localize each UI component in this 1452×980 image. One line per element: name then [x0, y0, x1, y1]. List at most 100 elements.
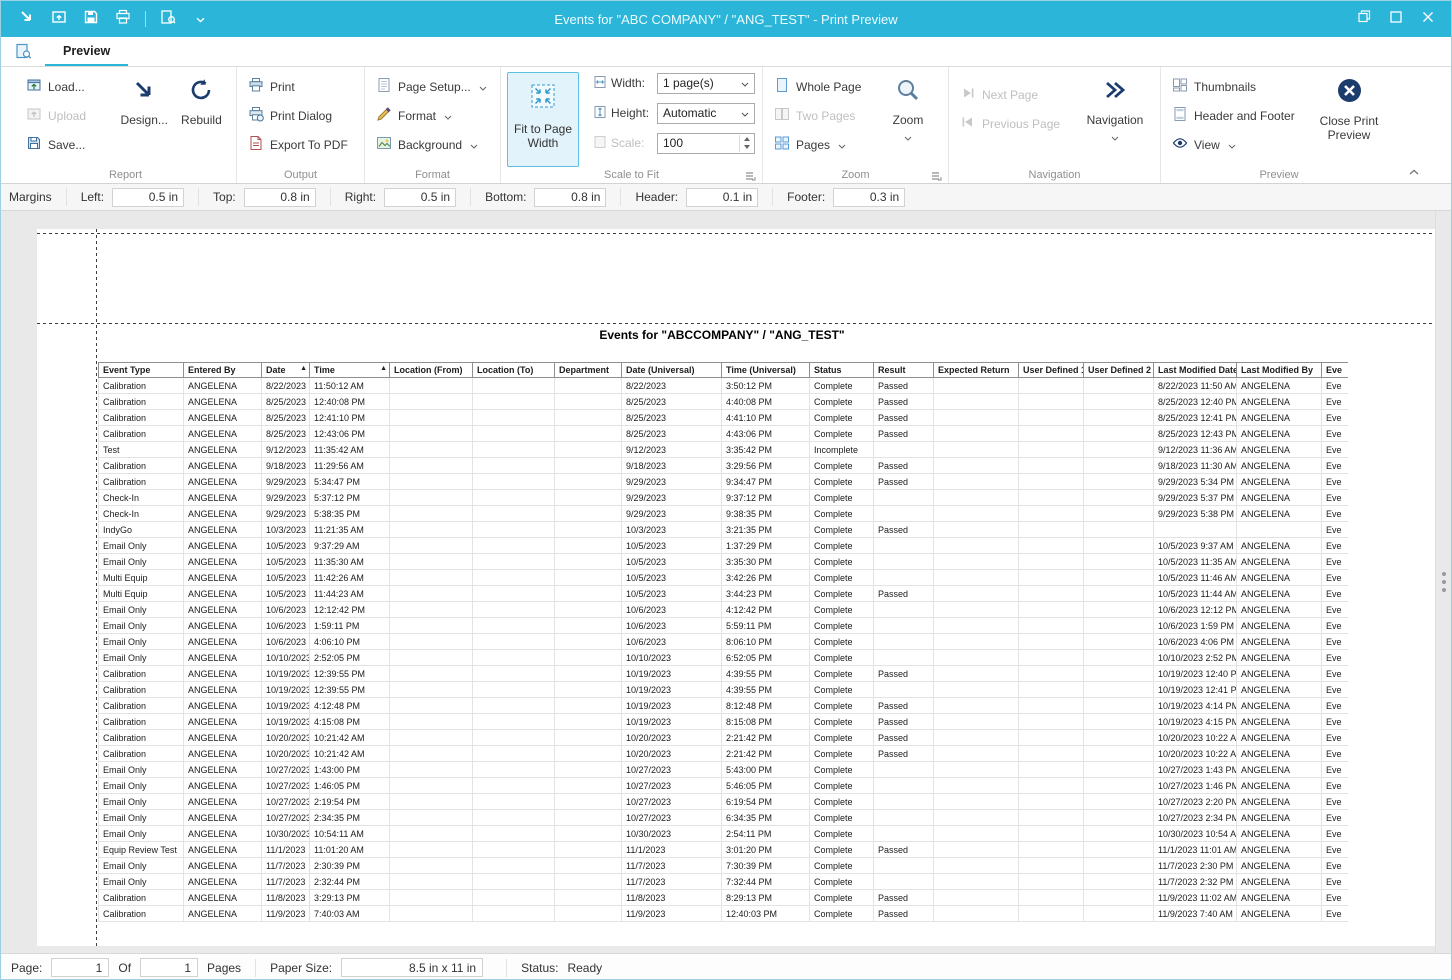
document-preview-area[interactable]: Events for "ABCCOMPANY" / "ANG_TEST" Eve…	[1, 211, 1451, 953]
spin-arrows[interactable]	[739, 135, 753, 152]
scale-spin-edit[interactable]: 100	[657, 133, 755, 154]
format-button[interactable]: Format	[371, 101, 492, 130]
column-header[interactable]: Last Modified By	[1237, 363, 1322, 378]
column-header[interactable]: Time (Universal)	[722, 363, 810, 378]
column-header[interactable]: Department	[555, 363, 622, 378]
sort-ascending-icon: ▲	[300, 365, 307, 372]
next-page-button[interactable]: Next Page	[955, 80, 1077, 109]
previous-page-button[interactable]: Previous Page	[955, 109, 1077, 138]
close-button[interactable]	[1415, 7, 1441, 31]
pages-button[interactable]: Pages	[769, 130, 879, 159]
navigation-button[interactable]: Navigation	[1077, 72, 1153, 144]
chevron-down-icon	[444, 109, 452, 123]
restore-button[interactable]	[1351, 7, 1377, 31]
table-cell	[934, 842, 1019, 858]
table-cell	[1019, 410, 1084, 426]
table-cell: 10/30/2023 10:54 AM	[1154, 826, 1237, 842]
column-header[interactable]: Status	[810, 363, 874, 378]
ribbon-group-zoom: Whole Page Two Pages Pages Zoom	[763, 67, 949, 183]
width-combobox[interactable]: 1 page(s)	[657, 73, 755, 94]
qat-save-button[interactable]	[81, 9, 101, 29]
table-cell: 9:34:47 PM	[722, 474, 810, 490]
qat-design-button[interactable]	[17, 9, 37, 29]
column-header[interactable]: Entered By	[184, 363, 262, 378]
column-header[interactable]: User Defined 1	[1019, 363, 1084, 378]
column-header[interactable]: Result	[874, 363, 934, 378]
column-header[interactable]: Date▲	[262, 363, 310, 378]
column-header[interactable]: User Defined 2	[1084, 363, 1154, 378]
view-button[interactable]: View	[1167, 130, 1307, 159]
tab-preview[interactable]: Preview	[45, 37, 128, 66]
table-cell: Calibration	[99, 906, 184, 922]
margin-bottom-label: Bottom:	[485, 190, 526, 204]
table-cell: ANGELENA	[1237, 650, 1322, 666]
zoom-dialog-launcher-icon[interactable]	[931, 169, 943, 180]
table-cell: 10/5/2023	[262, 538, 310, 554]
qat-print-preview-button[interactable]	[158, 9, 178, 29]
table-cell: Passed	[874, 698, 934, 714]
table-cell: 10/27/2023	[622, 778, 722, 794]
design-button[interactable]: Design...	[116, 72, 173, 127]
two-pages-button[interactable]: Two Pages	[769, 101, 879, 130]
table-cell: Eve	[1322, 410, 1349, 426]
table-cell: 6:34:35 PM	[722, 810, 810, 826]
table-cell	[934, 426, 1019, 442]
export-pdf-icon	[248, 135, 264, 154]
save-button[interactable]: Save...	[21, 130, 116, 159]
export-pdf-button[interactable]: Export To PDF	[243, 130, 353, 159]
collapse-ribbon-button[interactable]	[1405, 165, 1423, 179]
panel-splitter-handle[interactable]	[1442, 572, 1446, 592]
close-print-preview-button[interactable]: Close Print Preview	[1307, 72, 1391, 142]
header-and-footer-button[interactable]: Header and Footer	[1167, 101, 1307, 130]
qat-customize-button[interactable]	[190, 9, 210, 29]
background-button[interactable]: Background	[371, 130, 492, 159]
table-cell	[1019, 602, 1084, 618]
column-header[interactable]: Eve	[1322, 363, 1349, 378]
scale-dialog-launcher-icon[interactable]	[745, 169, 757, 180]
table-cell: 9/29/2023	[622, 474, 722, 490]
table-cell	[1019, 570, 1084, 586]
table-cell	[1084, 602, 1154, 618]
fit-to-page-width-button[interactable]: Fit to Page Width	[507, 72, 579, 167]
column-header[interactable]: Expected Return	[934, 363, 1019, 378]
table-cell: 10/27/2023	[622, 810, 722, 826]
column-header[interactable]: Time▲	[310, 363, 390, 378]
table-cell	[473, 634, 555, 650]
window-title: Events for "ABC COMPANY" / "ANG_TEST" - …	[1, 12, 1451, 27]
table-cell: Complete	[810, 842, 874, 858]
qat-print-button[interactable]	[113, 9, 133, 29]
table-cell: ANGELENA	[184, 714, 262, 730]
table-cell	[934, 698, 1019, 714]
table-cell: 10/6/2023	[262, 618, 310, 634]
table-cell: 3:42:26 PM	[722, 570, 810, 586]
rebuild-button[interactable]: Rebuild	[173, 72, 230, 127]
print-dialog-button[interactable]: Print Dialog	[243, 101, 353, 130]
thumbnails-button[interactable]: Thumbnails	[1167, 72, 1307, 101]
table-cell	[555, 538, 622, 554]
column-header[interactable]: Location (To)	[473, 363, 555, 378]
preview-file-icon[interactable]	[1, 37, 45, 66]
height-combobox[interactable]: Automatic	[657, 103, 755, 124]
page-setup-button[interactable]: Page Setup...	[371, 72, 492, 101]
zoom-button[interactable]: Zoom	[879, 72, 937, 144]
table-cell: Complete	[810, 666, 874, 682]
upload-button[interactable]: Upload	[21, 101, 116, 130]
table-cell: 10/6/2023	[622, 634, 722, 650]
table-cell	[473, 490, 555, 506]
maximize-button[interactable]	[1383, 7, 1409, 31]
table-cell: 2:52:05 PM	[310, 650, 390, 666]
load-button[interactable]: Load...	[21, 72, 116, 101]
table-cell: 10/5/2023 11:44 AM	[1154, 586, 1237, 602]
qat-load-button[interactable]	[49, 9, 69, 29]
whole-page-button[interactable]: Whole Page	[769, 72, 879, 101]
table-row: CalibrationANGELENA8/25/202312:41:10 PM8…	[99, 410, 1349, 426]
top-margin-line	[37, 323, 1435, 324]
report-table: Event TypeEntered ByDate▲Time▲Location (…	[98, 362, 1348, 922]
table-cell	[473, 394, 555, 410]
column-header[interactable]: Location (From)	[390, 363, 473, 378]
column-header[interactable]: Event Type	[99, 363, 184, 378]
column-header[interactable]: Last Modified Date/T	[1154, 363, 1237, 378]
column-header[interactable]: Date (Universal)	[622, 363, 722, 378]
print-button[interactable]: Print	[243, 72, 353, 101]
sort-ascending-icon: ▲	[380, 365, 387, 372]
